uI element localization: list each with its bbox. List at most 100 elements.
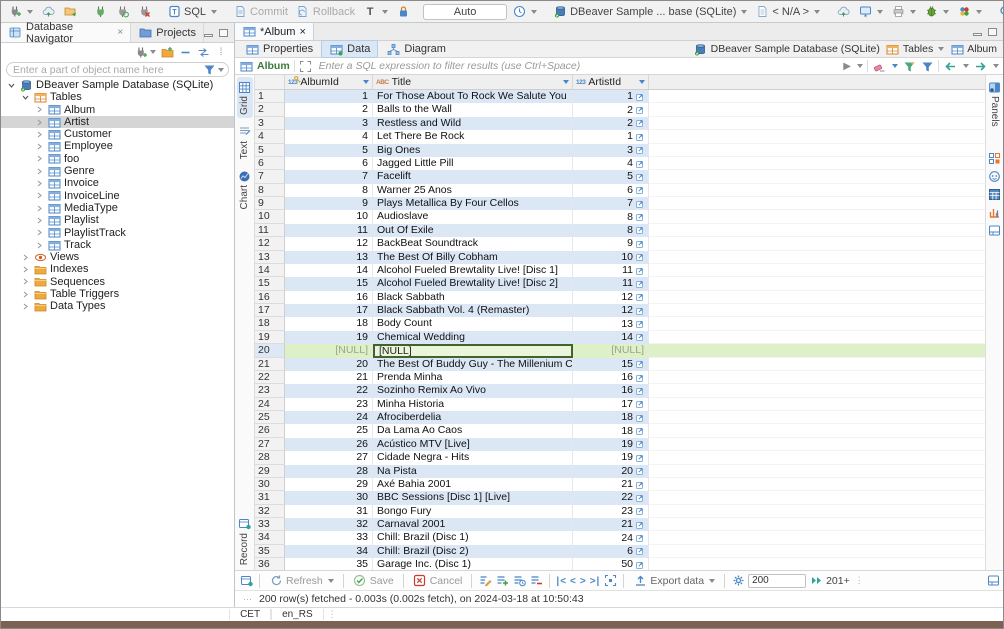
row-number[interactable]: 29 [255,465,285,478]
presentation-tab-grid[interactable]: Grid [237,77,253,118]
cell-albumid[interactable]: 21 [285,371,373,384]
cell-albumid[interactable]: 5 [285,144,373,157]
cancel-button[interactable]: Cancel [410,573,466,589]
sql-filter-input[interactable] [317,59,840,73]
cell-artistid[interactable]: 22 [573,491,649,504]
tree-item-mediatype[interactable]: MediaType [1,202,234,214]
breadcrumb-item[interactable]: DBeaver Sample Database (SQLite) [694,42,880,56]
fk-link-icon[interactable] [636,200,644,208]
dropdown-icon[interactable] [382,10,388,14]
cell-albumid[interactable]: 24 [285,411,373,424]
collapse-all-button[interactable] [178,45,192,59]
row-number[interactable]: 25 [255,411,285,424]
dropdown-icon[interactable] [976,10,982,14]
dropdown-icon[interactable] [741,10,747,14]
cell-artistid[interactable]: 6 [573,184,649,197]
cell-title[interactable]: The Best Of Buddy Guy - The Millenium Co… [373,358,573,371]
cell-albumid[interactable]: 34 [285,545,373,558]
cell-albumid[interactable]: 22 [285,384,373,397]
row-number[interactable]: 13 [255,251,285,264]
chevron-right-icon[interactable] [21,303,30,310]
tree-item-invoiceline[interactable]: InvoiceLine [1,190,234,202]
cell-albumid[interactable]: 27 [285,451,373,464]
chevron-right-icon[interactable] [35,143,44,150]
cell-artistid[interactable]: 23 [573,505,649,518]
cell-title[interactable]: Na Pista [373,465,573,478]
cell-title[interactable]: Let There Be Rock [373,130,573,143]
cell-title[interactable]: Cidade Negra - Hits [373,451,573,464]
lock-button[interactable] [393,4,413,20]
result-table-label[interactable]: Album [239,59,290,73]
cell-artistid[interactable]: 8 [573,224,649,237]
row-number[interactable]: 17 [255,304,285,317]
cell-title[interactable]: Da Lama Ao Caos [373,424,573,437]
cell-title[interactable]: Black Sabbath [373,291,573,304]
cell-title[interactable]: Acústico MTV [Live] [373,438,573,451]
fk-link-icon[interactable] [636,186,644,194]
chevron-right-icon[interactable] [35,242,44,249]
filter-icon[interactable] [202,63,216,77]
row-number[interactable]: 30 [255,478,285,491]
cell-artistid[interactable]: 24 [573,531,649,544]
sidebar-tab-database-navigator[interactable]: Database Navigator× [1,23,131,42]
fk-link-icon[interactable] [636,467,644,475]
fk-link-icon[interactable] [636,440,644,448]
cell-title[interactable]: For Those About To Rock We Salute You [373,90,573,103]
row-number[interactable]: 6 [255,157,285,170]
cell-artistid[interactable]: 12 [573,291,649,304]
cell-artistid[interactable]: 14 [573,331,649,344]
cell-albumid[interactable]: 20 [285,358,373,371]
cell-albumid[interactable]: 1 [285,90,373,103]
dropdown-icon[interactable] [531,10,537,14]
fk-link-icon[interactable] [636,226,644,234]
fk-link-icon[interactable] [636,374,644,382]
tasks-button[interactable] [954,4,985,20]
chevron-right-icon[interactable] [35,205,44,212]
tree-item-album[interactable]: Album [1,104,234,116]
cell-artistid[interactable]: 7 [573,197,649,210]
column-filter-icon[interactable] [563,80,569,84]
chevron-right-icon[interactable] [35,180,44,187]
chevron-right-icon[interactable] [35,155,44,162]
maximize-icon[interactable] [988,28,997,36]
row-number[interactable]: 28 [255,451,285,464]
cell-artistid[interactable]: 17 [573,398,649,411]
tree-item-playlisttrack[interactable]: PlaylistTrack [1,227,234,239]
disconnect-button[interactable] [134,4,154,20]
tab-properties[interactable]: Properties [238,41,320,57]
tab-album-editor[interactable]: *Album × [235,23,314,40]
breadcrumb-item[interactable]: Album [950,42,997,56]
connect-button[interactable] [90,4,110,20]
fetch-size-input[interactable] [748,574,806,588]
fk-link-icon[interactable] [636,133,644,141]
row-number[interactable]: 7 [255,170,285,183]
chevron-right-icon[interactable] [21,266,30,273]
row-number[interactable]: 15 [255,277,285,290]
chevron-right-icon[interactable] [35,131,44,138]
refresh-button[interactable]: Refresh [266,573,337,589]
cell-artistid[interactable]: 5 [573,170,649,183]
maximize-icon[interactable] [219,29,228,37]
cell-albumid[interactable]: 8 [285,184,373,197]
cell-artistid[interactable]: 2 [573,103,649,116]
cell-albumid[interactable]: 2 [285,103,373,116]
schedule-button[interactable] [509,4,540,20]
link-with-editor-button[interactable] [196,45,210,59]
chevron-right-icon[interactable] [21,291,30,298]
cell-title[interactable]: BBC Sessions [Disc 1] [Live] [373,491,573,504]
cell-title[interactable]: Alcohol Fueled Brewtality Live! [Disc 1] [373,264,573,277]
cell-title[interactable]: Garage Inc. (Disc 1) [373,558,573,570]
chevron-right-icon[interactable] [35,192,44,199]
cell-artistid[interactable]: 1 [573,130,649,143]
dropdown-icon[interactable] [814,10,820,14]
cell-artistid[interactable]: 12 [573,304,649,317]
view-menu-button[interactable]: ⁞ [214,45,228,59]
cell-artistid[interactable]: 18 [573,424,649,437]
column-header-title[interactable]: ABCTitle [373,75,573,89]
cell-artistid[interactable]: 21 [573,518,649,531]
tree-item-customer[interactable]: Customer [1,128,234,140]
copy-result-icon[interactable] [986,573,1000,587]
cell-albumid[interactable]: 32 [285,518,373,531]
fk-link-icon[interactable] [636,561,644,569]
cell-albumid[interactable]: 10 [285,210,373,223]
